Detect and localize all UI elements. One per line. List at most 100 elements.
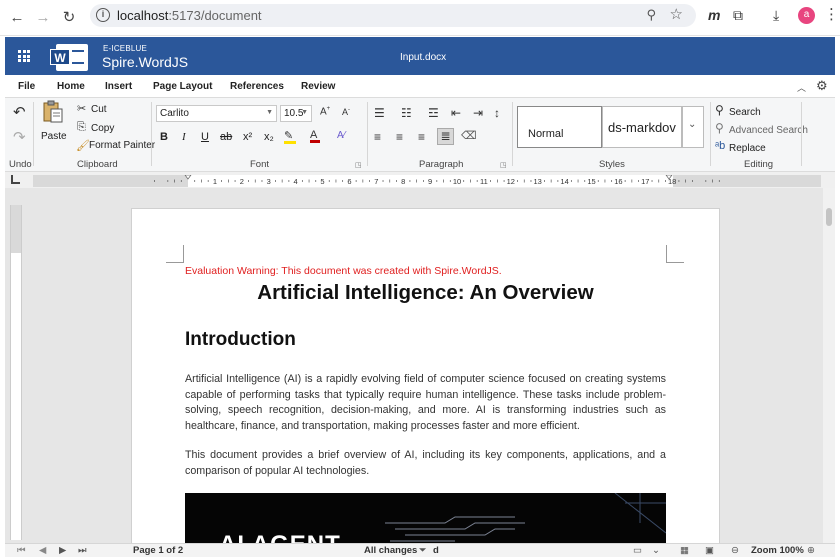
clear-format-icon[interactable]: A⁄ [337, 130, 345, 141]
font-family-select[interactable]: Carlito ▼ [156, 105, 277, 122]
url-text: localhost:5173/document [117, 8, 262, 23]
tab-home[interactable]: Home [57, 81, 85, 92]
zoom-out-icon[interactable]: ⊖ [731, 545, 739, 556]
paragraph-shading-icon[interactable]: ⌫ [461, 129, 477, 142]
download-icon[interactable]: ⤓ [773, 7, 779, 24]
vertical-ruler[interactable] [10, 205, 22, 540]
underline-button[interactable]: U [201, 131, 209, 143]
paragraph-group-label: Paragraph [419, 159, 464, 170]
align-right-icon[interactable]: ≡ [418, 130, 425, 144]
forward-icon[interactable]: → [32, 6, 54, 28]
line-spacing-icon[interactable]: ↕ [494, 106, 500, 120]
changes-status-suffix: d [433, 545, 439, 556]
numbered-list-icon[interactable]: ☷ [401, 106, 412, 120]
cut-button[interactable]: Cut [91, 104, 107, 115]
brand-product: Spire.WordJS [102, 54, 189, 70]
zoom-in-icon[interactable]: ⊕ [807, 545, 815, 556]
shrink-font-icon[interactable]: A- [342, 107, 350, 117]
tab-page-layout[interactable]: Page Layout [153, 81, 212, 92]
paste-button[interactable]: Paste [41, 131, 67, 142]
scrollbar-thumb[interactable] [826, 208, 832, 226]
browser-menu-icon[interactable]: ⋮ [824, 5, 839, 23]
search-button[interactable]: Search [729, 107, 761, 118]
tab-stop-selector-icon[interactable] [11, 175, 20, 184]
tab-references[interactable]: References [230, 81, 284, 92]
ruler-number: 7 [374, 177, 378, 186]
divider [512, 102, 513, 166]
copy-icon[interactable]: ⎘ [77, 121, 86, 134]
paste-icon[interactable] [42, 100, 64, 124]
format-painter-button[interactable]: Format Painter [89, 140, 155, 151]
view-options-icon[interactable]: ⌄ [652, 545, 660, 556]
last-page-icon[interactable]: ⏭ [78, 545, 87, 556]
tab-insert[interactable]: Insert [105, 81, 132, 92]
cut-icon[interactable]: ✂ [77, 102, 86, 115]
italic-button[interactable]: I [182, 131, 186, 143]
increase-indent-icon[interactable]: ⇥ [473, 106, 483, 120]
status-bar: ⏮ ◀ ▶ ⏭ Page 1 of 2 All changes ⏷ d ▭ ⌄ … [5, 543, 835, 557]
profile-avatar[interactable]: a [798, 7, 815, 24]
superscript-button[interactable]: x² [243, 131, 252, 143]
indent-marker-icon[interactable] [184, 175, 192, 180]
divider [801, 102, 802, 166]
align-left-icon[interactable]: ≡ [374, 130, 381, 144]
margin-corner-mark [666, 245, 684, 263]
grow-font-icon[interactable]: A+ [320, 106, 330, 117]
format-painter-icon[interactable]: 🖌 [76, 139, 90, 152]
strikethrough-button[interactable]: ab [220, 131, 232, 143]
font-color-icon[interactable]: A [310, 129, 320, 143]
ruler-number: 13 [534, 177, 542, 186]
bookmark-star-icon[interactable]: ☆ [670, 5, 683, 23]
decrease-indent-icon[interactable]: ⇤ [451, 106, 461, 120]
undo-icon[interactable]: ↶ [13, 103, 26, 121]
vertical-scrollbar[interactable] [823, 188, 835, 543]
multilevel-list-icon[interactable]: ☲ [428, 106, 439, 120]
tab-file[interactable]: File [18, 81, 35, 92]
font-size-select[interactable]: 10.5 ▼ [280, 105, 312, 122]
copy-button[interactable]: Copy [91, 123, 114, 134]
ruler-number: 6 [347, 177, 351, 186]
reload-icon[interactable]: ↻ [58, 6, 80, 28]
ruler-number: 5 [320, 177, 324, 186]
extension-m-icon[interactable]: m [708, 7, 720, 23]
style-markdown[interactable]: ds-markdov [602, 106, 682, 148]
bullet-list-icon[interactable]: ☰ [374, 106, 385, 120]
tab-review[interactable]: Review [301, 81, 335, 92]
site-info-icon[interactable]: i [96, 8, 110, 22]
extensions-puzzle-icon[interactable]: ⧉ [733, 7, 743, 24]
document-title: Input.docx [400, 52, 447, 63]
subscript-button[interactable]: x₂ [264, 131, 274, 143]
next-page-icon[interactable]: ▶ [59, 545, 66, 556]
style-normal[interactable]: Normal [517, 106, 602, 148]
highlight-color-icon[interactable]: ✎ [284, 129, 296, 144]
advanced-search-icon[interactable]: ⚲ [715, 121, 724, 135]
web-layout-icon[interactable]: ▣ [705, 545, 714, 556]
justify-icon[interactable]: ≣ [437, 128, 454, 145]
paragraph: Artificial Intelligence (AI) is a rapidl… [185, 373, 666, 432]
prev-page-icon[interactable]: ◀ [39, 545, 46, 556]
first-page-icon[interactable]: ⏮ [17, 545, 26, 556]
advanced-search-button[interactable]: Advanced Search [729, 125, 808, 136]
horizontal-ruler[interactable]: 1 2 3 4 5 6 7 8 9 10 11 12 13 14 15 16 17 18 [33, 175, 821, 187]
document-workspace[interactable]: Evaluation Warning: This document was cr… [5, 188, 835, 548]
paragraph-dialog-launcher-icon[interactable]: ◳ [500, 161, 507, 169]
search-icon[interactable]: ⚲ [715, 103, 724, 117]
bold-button[interactable]: B [160, 131, 168, 143]
print-layout-icon[interactable]: ▦ [680, 545, 689, 556]
font-dialog-launcher-icon[interactable]: ◳ [355, 161, 362, 169]
app-launcher-icon[interactable] [18, 50, 30, 62]
zoom-icon[interactable]: ⚲ [646, 7, 656, 23]
collapse-ribbon-icon[interactable]: ︿ [797, 81, 806, 94]
settings-gear-icon[interactable]: ⚙ [816, 78, 828, 94]
address-bar[interactable]: i localhost:5173/document ⚲ ☆ [90, 4, 696, 27]
ruler-number: 16 [614, 177, 622, 186]
align-center-icon[interactable]: ≡ [396, 130, 403, 144]
replace-icon[interactable]: ᵃb [715, 140, 725, 152]
document-page[interactable]: Evaluation Warning: This document was cr… [131, 208, 720, 548]
replace-button[interactable]: Replace [729, 143, 766, 154]
redo-icon[interactable]: ↷ [13, 128, 26, 146]
divider [33, 102, 34, 166]
styles-more-icon[interactable]: ⌄ [682, 106, 704, 148]
back-icon[interactable]: ← [6, 6, 28, 28]
view-mode-icon[interactable]: ▭ [633, 545, 642, 556]
